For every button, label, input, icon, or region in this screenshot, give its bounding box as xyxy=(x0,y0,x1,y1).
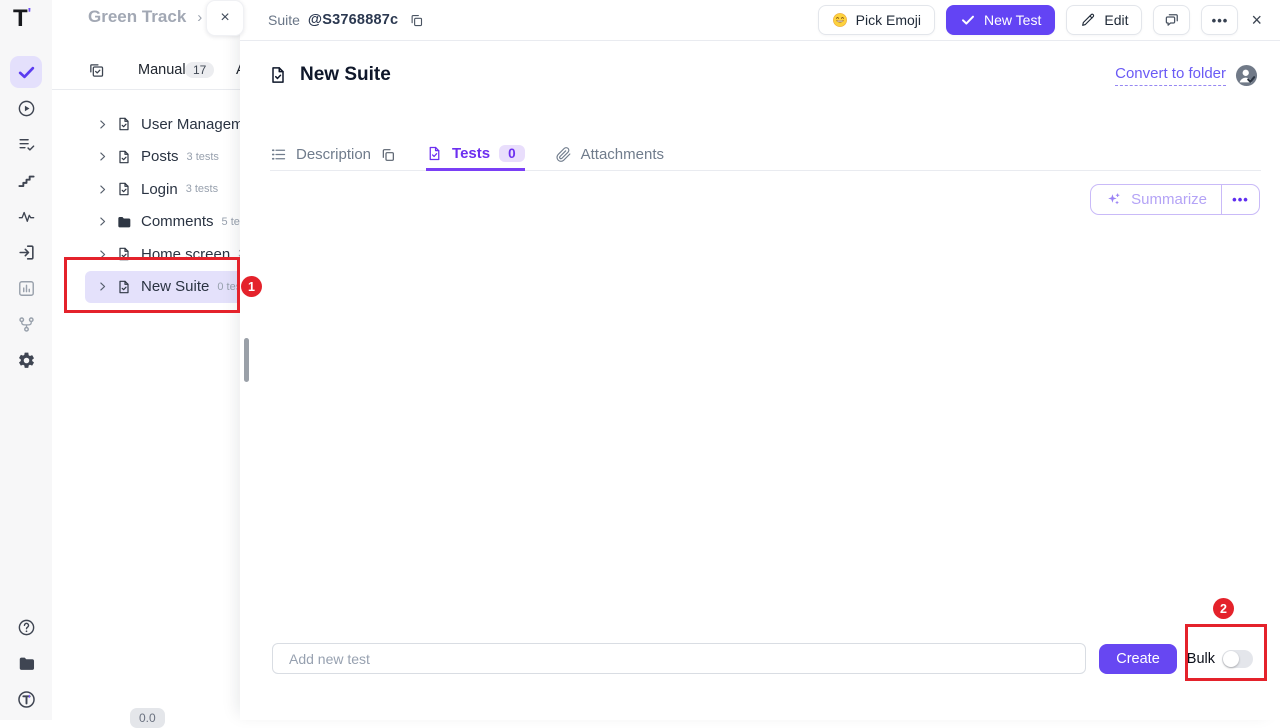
nav-docs[interactable] xyxy=(10,647,42,679)
brand-circle-icon xyxy=(17,690,36,709)
annotation-badge-step2: 2 xyxy=(1213,598,1234,619)
comments-button[interactable] xyxy=(1153,5,1190,35)
bulk-label: Bulk xyxy=(1187,651,1215,667)
close-sidebar-button[interactable]: × xyxy=(206,0,244,36)
chat-copy-icon xyxy=(1163,11,1181,29)
chevron-right-icon[interactable] xyxy=(97,216,108,227)
gear-icon xyxy=(17,351,36,370)
nav-help[interactable] xyxy=(10,611,42,643)
pulse-icon xyxy=(17,207,36,226)
bar-chart-icon xyxy=(17,279,36,298)
summarize-group: Summarize ••• xyxy=(1090,184,1260,215)
pick-emoji-button[interactable]: Pick Emoji xyxy=(818,5,935,35)
chevron-right-icon[interactable] xyxy=(97,281,108,292)
nav-steps[interactable] xyxy=(10,164,42,196)
nav-branches[interactable] xyxy=(10,308,42,340)
nav-pulse[interactable] xyxy=(10,200,42,232)
copy-suite-id-button[interactable] xyxy=(409,13,424,28)
tree-item-label[interactable]: New Suite xyxy=(141,278,209,295)
folder-solid-icon xyxy=(17,654,36,673)
tree-item-label[interactable]: Home screen xyxy=(141,246,230,263)
folder-solid-icon xyxy=(116,214,132,230)
git-branch-icon xyxy=(17,315,36,334)
check-icon xyxy=(17,63,36,82)
tab-attachments[interactable]: Attachments xyxy=(555,139,664,170)
suite-file-icon xyxy=(268,65,288,85)
suite-sidebar: Green Track › Manual 17 Automated User M… xyxy=(52,0,240,720)
list-lines-icon xyxy=(270,146,287,163)
tree-item-label[interactable]: Comments xyxy=(141,213,214,230)
summarize-button[interactable]: Summarize xyxy=(1091,185,1221,214)
tests-count-badge: 0 xyxy=(499,145,525,162)
tree-item-new-suite[interactable]: New Suite0 tests xyxy=(85,271,243,303)
tab-manual[interactable]: Manual xyxy=(138,62,186,78)
tree-item-count: 3 tests xyxy=(187,151,219,163)
nav-plans[interactable] xyxy=(10,128,42,160)
manual-count-badge: 17 xyxy=(185,62,214,78)
toggle-knob xyxy=(1223,651,1239,667)
new-test-button[interactable]: New Test xyxy=(946,5,1055,35)
tests-tab-icon xyxy=(426,145,443,162)
steps-icon xyxy=(17,171,36,190)
suite-file-icon xyxy=(116,246,132,262)
chevron-right-icon[interactable] xyxy=(97,249,108,260)
annotation-badge-step1: 1 xyxy=(241,276,262,297)
suite-title: New Suite xyxy=(300,64,391,86)
check-icon xyxy=(960,12,976,28)
nav-analytics[interactable] xyxy=(10,272,42,304)
suite-file-icon xyxy=(116,149,132,165)
create-button[interactable]: Create xyxy=(1099,644,1177,674)
paperclip-icon xyxy=(555,146,572,163)
breadcrumb: Green Track › xyxy=(88,7,202,27)
suite-file-icon xyxy=(116,279,132,295)
icon-rail: T' xyxy=(0,0,52,720)
app-logo[interactable]: T' xyxy=(13,5,31,33)
chevron-right-icon: › xyxy=(197,9,202,26)
detail-tabs: Description Tests 0 Attachments xyxy=(270,139,1261,171)
nav-brand[interactable] xyxy=(10,683,42,715)
suite-file-icon xyxy=(116,116,132,132)
list-check-icon xyxy=(17,135,36,154)
person-check-icon[interactable] xyxy=(1235,64,1258,87)
more-actions-button[interactable]: ••• xyxy=(1201,5,1238,35)
convert-to-folder-link[interactable]: Convert to folder xyxy=(1115,65,1226,86)
nav-tests[interactable] xyxy=(10,56,42,88)
tree-item-count: 3 tests xyxy=(186,183,218,195)
import-icon xyxy=(17,243,36,262)
suite-title-row: New Suite Convert to folder xyxy=(268,58,1258,92)
tab-description[interactable]: Description xyxy=(270,139,396,170)
chevron-right-icon[interactable] xyxy=(97,184,108,195)
chevron-right-icon[interactable] xyxy=(97,151,108,162)
edit-button[interactable]: Edit xyxy=(1066,5,1142,35)
panel-resize-handle[interactable] xyxy=(244,338,249,382)
manual-tab-icon xyxy=(88,62,105,79)
tab-tests[interactable]: Tests 0 xyxy=(426,139,525,171)
suite-type-label: Suite xyxy=(268,12,300,28)
close-panel-button[interactable]: × xyxy=(1251,10,1262,31)
play-circle-icon xyxy=(17,99,36,118)
tree-item-label[interactable]: Login xyxy=(141,181,178,198)
logo-tick: ' xyxy=(28,5,32,22)
help-circle-icon xyxy=(17,618,36,637)
add-test-input[interactable] xyxy=(272,643,1086,674)
nav-settings[interactable] xyxy=(10,344,42,376)
nav-runs[interactable] xyxy=(10,92,42,124)
pencil-icon xyxy=(1080,12,1096,28)
bulk-toggle[interactable] xyxy=(1222,650,1253,668)
suite-detail-panel: Suite @S3768887c Pick Emoji New Test Edi… xyxy=(240,0,1280,720)
version-pill: 0.0 xyxy=(130,708,165,728)
sparkles-icon xyxy=(1105,191,1122,208)
suite-id: @S3768887c xyxy=(308,12,398,28)
project-title[interactable]: Green Track xyxy=(88,7,186,27)
copy-description-icon[interactable] xyxy=(380,147,396,163)
add-test-bar: Create Bulk xyxy=(272,643,1253,674)
tree-item-label[interactable]: Posts xyxy=(141,148,179,165)
summarize-more-button[interactable]: ••• xyxy=(1222,185,1259,214)
suite-file-icon xyxy=(116,181,132,197)
nav-import[interactable] xyxy=(10,236,42,268)
chevron-right-icon[interactable] xyxy=(97,119,108,130)
mode-tabs: Manual 17 Automated xyxy=(52,52,240,90)
panel-header: Suite @S3768887c Pick Emoji New Test Edi… xyxy=(240,0,1280,41)
smile-emoji-icon xyxy=(832,12,848,28)
